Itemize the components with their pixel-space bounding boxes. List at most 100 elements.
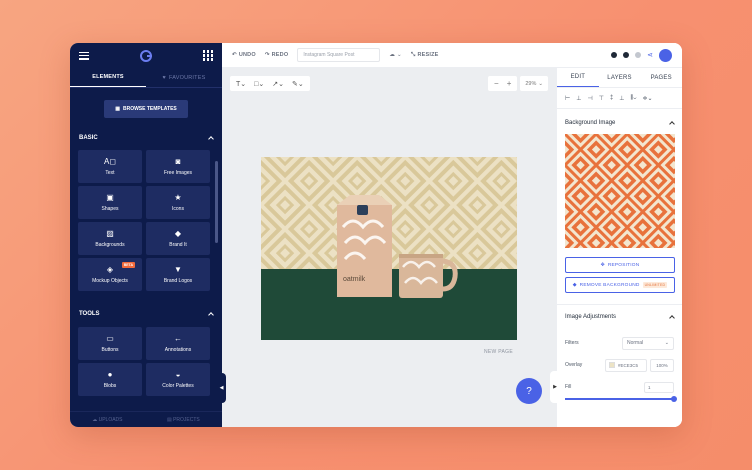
cloud-save-button[interactable]: ☁ ⌄ — [389, 52, 402, 58]
distribute-icon[interactable]: ⫼⌄ — [631, 95, 637, 102]
align-middle-icon[interactable]: ‡ — [610, 95, 613, 101]
avatar[interactable] — [659, 48, 672, 62]
tab-favourites[interactable]: ♥ FAVOURITES — [146, 68, 222, 87]
tools-section-title: TOOLS — [79, 311, 100, 317]
background-image-title: Background Image — [565, 120, 616, 126]
element-tile-shapes[interactable]: ▣ Shapes — [78, 186, 142, 219]
tool-tile-color-palettes[interactable]: ◒ Color Palettes — [146, 363, 210, 396]
cube-icon: ◈ — [106, 264, 114, 274]
cursor-icon: ▭ — [106, 333, 114, 343]
element-tile-free-images[interactable]: ◙ Free Images — [146, 150, 210, 183]
element-tile-brand-it[interactable]: ◆ Brand It — [146, 222, 210, 255]
tab-pages[interactable]: PAGES — [640, 68, 682, 87]
fill-slider[interactable] — [565, 396, 677, 402]
tool-tile-blobs[interactable]: ● Blobs — [78, 363, 142, 396]
camera-icon: ◙ — [175, 156, 181, 166]
resize-icon: ⤡ — [410, 51, 416, 58]
filters-select[interactable]: Normal ⌄ — [622, 336, 674, 350]
blob-icon: ● — [107, 369, 113, 379]
align-center-icon[interactable]: ⊥ — [576, 95, 581, 102]
background-image-header[interactable]: Background Image — [557, 112, 682, 134]
overlay-color-input[interactable]: #ECE3C5 — [605, 358, 647, 372]
align-top-icon[interactable]: ⊤ — [599, 95, 604, 102]
element-tile-mockup-objects[interactable]: BETA ◈ Mockup Objects — [78, 258, 142, 291]
tab-edit[interactable]: EDIT — [557, 68, 599, 87]
carton-label: oatmilk — [343, 276, 366, 283]
zoom-in-icon[interactable]: + — [507, 79, 512, 88]
tile-label: Icons — [172, 205, 184, 212]
sidebar-scrollbar[interactable] — [215, 161, 218, 243]
canvas-area[interactable]: T⌄ □⌄ ↗⌄ ✎⌄ − + 29% ⌄ oatmilk NEW PAGE ? — [222, 68, 556, 427]
sidebar: ELEMENTS ♥ FAVOURITES ▦ BROWSE TEMPLATES… — [70, 43, 222, 427]
image-adjustments-header[interactable]: Image Adjustments — [557, 306, 682, 328]
tab-elements[interactable]: ELEMENTS — [70, 68, 146, 87]
tab-edit-label: EDIT — [570, 74, 586, 80]
app-logo[interactable] — [139, 49, 152, 62]
resize-button[interactable]: ⤡ RESIZE — [411, 52, 439, 59]
element-tile-backgrounds[interactable]: ▨ Backgrounds — [78, 222, 142, 255]
settings-icon[interactable] — [623, 52, 630, 58]
premium-icon[interactable] — [611, 52, 618, 58]
overlay-label: Overlay — [565, 362, 583, 368]
sidebar-tabs: ELEMENTS ♥ FAVOURITES — [70, 68, 222, 88]
collapse-sidebar-button[interactable]: ◀ — [217, 373, 226, 403]
menu-icon[interactable] — [79, 51, 89, 60]
tile-label: Blobs — [103, 382, 117, 389]
remove-background-button[interactable]: ◆ REMOVE BACKGROUND UNLIMITED — [565, 277, 675, 293]
share-icon[interactable]: ⋖ — [647, 51, 653, 59]
browse-templates-label: BROWSE TEMPLATES — [122, 106, 177, 112]
toggle-panel-button[interactable]: ▶ — [550, 371, 560, 403]
tab-layers[interactable]: LAYERS — [599, 68, 641, 87]
reposition-button[interactable]: ✥ REPOSITION — [565, 257, 675, 273]
align-left-icon[interactable]: ⊢ — [565, 95, 570, 102]
chevron-down-icon: ⌄ — [538, 80, 543, 87]
tile-label: Buttons — [101, 346, 119, 353]
move-icon: ✥ — [600, 262, 605, 268]
basic-section-header[interactable]: BASIC — [70, 131, 222, 145]
fill-label: Fill — [565, 384, 572, 390]
new-page-button[interactable]: NEW PAGE — [484, 349, 513, 355]
redo-button[interactable]: ↷ REDO — [265, 52, 289, 58]
projects-tab[interactable]: ▤ PROJECTS — [167, 417, 200, 423]
text-tool-icon[interactable]: T⌄ — [236, 80, 246, 88]
element-tile-text[interactable]: A◻ Text — [78, 150, 142, 183]
tools-section-header[interactable]: TOOLS — [70, 307, 222, 321]
background-image-thumbnail[interactable] — [565, 134, 675, 248]
design-artboard[interactable]: oatmilk — [261, 157, 517, 340]
spacing-icon[interactable]: ≑⌄ — [643, 95, 653, 102]
zoom-select[interactable]: 29% ⌄ — [520, 76, 548, 91]
arrow-tool-icon[interactable]: ↗⌄ — [272, 80, 284, 88]
overlay-color-value: #ECE3C5 — [618, 362, 639, 368]
undo-button[interactable]: ↶ UNDO — [232, 52, 256, 58]
section-divider — [557, 304, 682, 305]
overlay-opacity-input[interactable]: 100% — [650, 358, 674, 372]
alignment-toolbar: ⊢ ⊥ ⊣ ⊤ ‡ ⊥ ⫼⌄ ≑⌄ — [557, 88, 682, 109]
align-right-icon[interactable]: ⊣ — [587, 95, 592, 102]
help-button[interactable]: ? — [516, 378, 542, 404]
zoom-value: 29% — [525, 80, 537, 87]
document-name-input[interactable]: Instagram Square Post — [297, 48, 381, 62]
remove-background-label: REMOVE BACKGROUND — [579, 282, 640, 288]
zoom-out-icon[interactable]: − — [494, 79, 499, 88]
browse-templates-button[interactable]: ▦ BROWSE TEMPLATES — [104, 100, 188, 118]
heart-icon: ♥ — [162, 74, 167, 81]
pen-tool-icon[interactable]: ✎⌄ — [292, 80, 304, 88]
shape-tool-icon[interactable]: □⌄ — [254, 80, 264, 88]
fill-input[interactable]: 1 — [644, 381, 674, 393]
resize-label: RESIZE — [417, 52, 439, 58]
element-tile-brand-logos[interactable]: ▼ Brand Logos — [146, 258, 210, 291]
fill-slider-handle[interactable] — [671, 396, 677, 402]
insert-tools: T⌄ □⌄ ↗⌄ ✎⌄ — [230, 76, 310, 91]
sidebar-bottom-tabs: ☁ UPLOADS ▤ PROJECTS — [70, 411, 222, 427]
beta-badge: BETA — [121, 262, 135, 268]
uploads-tab[interactable]: ☁ UPLOADS — [92, 417, 122, 423]
element-tile-icons[interactable]: ★ Icons — [146, 186, 210, 219]
chevron-up-icon — [208, 136, 214, 142]
tool-tile-annotations[interactable]: ← Annotations — [146, 327, 210, 360]
tool-tile-buttons[interactable]: ▭ Buttons — [78, 327, 142, 360]
apps-grid-icon[interactable] — [202, 50, 213, 61]
cloud-icon: ☁ — [389, 52, 396, 58]
arrow-icon: ← — [174, 333, 182, 343]
history-icon[interactable] — [635, 52, 642, 58]
align-bottom-icon[interactable]: ⊥ — [619, 95, 624, 102]
